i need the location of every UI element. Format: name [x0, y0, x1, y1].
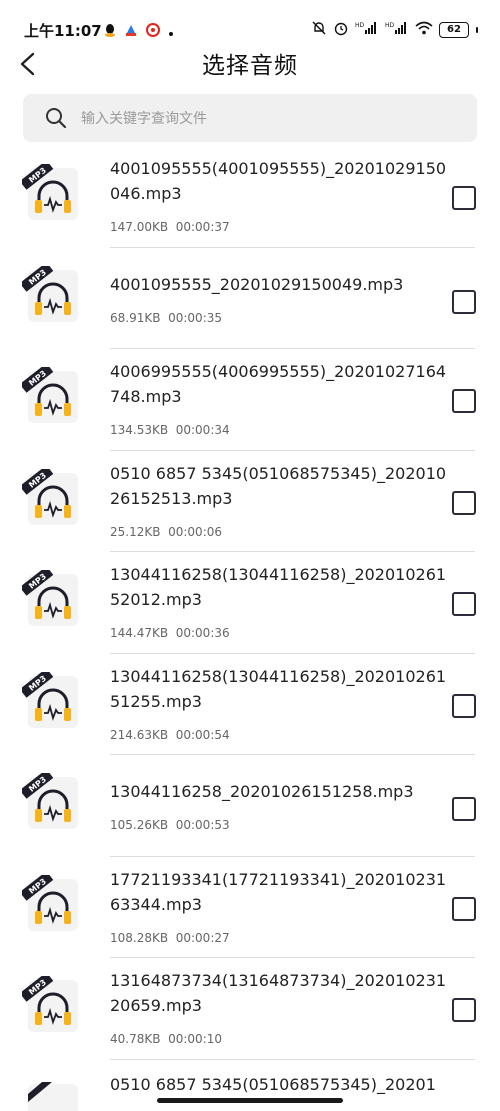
signal-1-icon: HD: [355, 21, 379, 38]
battery-tip: [476, 26, 478, 33]
status-right-icons: HD HD 62: [311, 20, 478, 39]
app-notification-icon: [124, 22, 138, 41]
svg-text:HD: HD: [385, 22, 395, 29]
file-meta: 214.63KB 00:00:54: [110, 728, 230, 742]
select-checkbox[interactable]: [452, 896, 476, 921]
file-name: 17721193341(17721193341)_20201023163344.…: [110, 869, 447, 914]
select-checkbox[interactable]: [452, 998, 476, 1022]
mp3-file-icon: MP3: [22, 265, 78, 322]
file-duration: 00:00:10: [168, 1032, 223, 1046]
search-input[interactable]: [79, 94, 463, 144]
file-name: 4001095555_20201029150049.mp3: [110, 274, 404, 294]
file-duration: 00:00:53: [175, 818, 230, 832]
select-checkbox[interactable]: [452, 693, 476, 718]
file-name: 4006995555(4006995555)_20201027164748.mp…: [110, 362, 447, 406]
list-item[interactable]: MP3 4001095555(4001095555)_20201029150046…: [0, 146, 500, 248]
notification-icons: [104, 22, 174, 41]
file-meta: 147.00KB 00:00:37: [110, 220, 230, 234]
search-bar[interactable]: [23, 94, 477, 144]
list-item[interactable]: MP3 13044116258(13044116258)_202010261520…: [0, 552, 500, 654]
audio-file-list: MP3 4001095555(4001095555)_20201029150046…: [0, 146, 500, 1060]
list-item[interactable]: MP3 13044116258(13044116258)_202010261512…: [0, 654, 500, 756]
file-name: 0510 6857 5345(051068575345)_20201: [110, 1075, 436, 1094]
file-size: 147.00KB: [110, 220, 169, 234]
list-item-partial[interactable]: 0510 6857 5345(051068575345)_20201: [0, 1062, 500, 1111]
mp3-file-icon: MP3: [22, 367, 78, 423]
select-checkbox[interactable]: [452, 289, 476, 314]
page-title: 选择音频: [202, 53, 298, 79]
alarm-icon: [333, 20, 349, 39]
file-name: 13164873734(13164873734)_20201023120659.…: [110, 971, 447, 1015]
file-duration: 00:00:06: [168, 524, 223, 539]
file-size: 144.47KB: [110, 626, 169, 640]
list-item[interactable]: MP3 17721193341(17721193341)_202010231633…: [0, 857, 500, 959]
file-size: 108.28KB: [110, 930, 169, 945]
select-checkbox[interactable]: [452, 186, 476, 210]
battery-indicator: 62: [439, 21, 469, 38]
file-size: 40.78KB: [110, 1032, 161, 1046]
file-duration: 00:00:54: [175, 727, 230, 742]
file-meta: 144.47KB 00:00:36: [110, 626, 230, 640]
file-meta: 68.91KB 00:00:35: [110, 311, 222, 325]
red-app-icon: [146, 22, 160, 41]
mp3-file-icon: MP3: [22, 773, 78, 829]
mp3-file-icon: MP3: [22, 874, 78, 931]
file-meta: 134.53KB 00:00:34: [110, 423, 230, 437]
list-item[interactable]: MP3 13044116258_20201026151258.mp3 105.26K…: [0, 755, 500, 857]
mp3-file-icon: MP3: [22, 164, 78, 220]
signal-2-icon: HD: [385, 21, 409, 38]
file-size: 25.12KB: [110, 524, 161, 539]
top-bar: 选择音频: [0, 42, 500, 86]
status-bar: 上午11:07 HD HD 62: [0, 0, 500, 42]
list-item[interactable]: MP3 13164873734(13164873734)_202010231206…: [0, 958, 500, 1060]
list-item[interactable]: MP3 4001095555_20201029150049.mp3 68.91KB …: [0, 248, 500, 350]
select-checkbox[interactable]: [452, 389, 476, 413]
select-checkbox[interactable]: [452, 592, 476, 616]
file-size: 214.63KB: [110, 727, 169, 742]
file-size: 105.26KB: [110, 818, 169, 832]
file-duration: 00:00:37: [175, 220, 230, 234]
list-item[interactable]: MP3 0510 6857 5345(051068575345)_20201026…: [0, 451, 500, 553]
mp3-file-icon: [28, 1082, 78, 1111]
mute-bell-icon: [311, 20, 327, 39]
file-meta: 105.26KB 00:00:53: [110, 818, 230, 832]
file-name: 13044116258_20201026151258.mp3: [110, 782, 414, 801]
file-name: 4001095555(4001095555)_20201029150046.mp…: [110, 159, 447, 203]
file-meta: 108.28KB 00:00:27: [110, 931, 230, 945]
qq-icon: [104, 22, 116, 41]
mp3-file-icon: MP3: [22, 570, 78, 626]
select-checkbox[interactable]: [452, 490, 476, 515]
file-name: 13044116258(13044116258)_20201026152012.…: [110, 565, 447, 609]
mp3-file-icon: MP3: [22, 468, 78, 525]
more-dot-icon: [168, 22, 174, 41]
mp3-file-icon: MP3: [22, 671, 78, 728]
file-duration: 00:00:35: [168, 310, 223, 325]
status-time: 上午11:07: [24, 22, 102, 40]
list-item[interactable]: MP3 4006995555(4006995555)_20201027164748…: [0, 349, 500, 451]
search-icon: [46, 108, 67, 129]
mp3-file-icon: MP3: [22, 976, 78, 1032]
file-size: 68.91KB: [110, 310, 161, 325]
file-duration: 00:00:36: [175, 626, 230, 640]
file-name: 13044116258(13044116258)_20201026151255.…: [110, 666, 447, 711]
wifi-icon: [415, 21, 433, 38]
select-checkbox[interactable]: [452, 797, 476, 821]
file-duration: 00:00:34: [175, 423, 230, 437]
svg-text:HD: HD: [355, 22, 365, 29]
home-indicator[interactable]: [157, 1098, 343, 1103]
file-duration: 00:00:27: [175, 930, 230, 945]
file-meta: 25.12KB 00:00:06: [110, 525, 222, 539]
file-meta: 40.78KB 00:00:10: [110, 1032, 222, 1046]
file-size: 134.53KB: [110, 423, 169, 437]
file-name: 0510 6857 5345(051068575345)_20201026152…: [110, 463, 447, 508]
